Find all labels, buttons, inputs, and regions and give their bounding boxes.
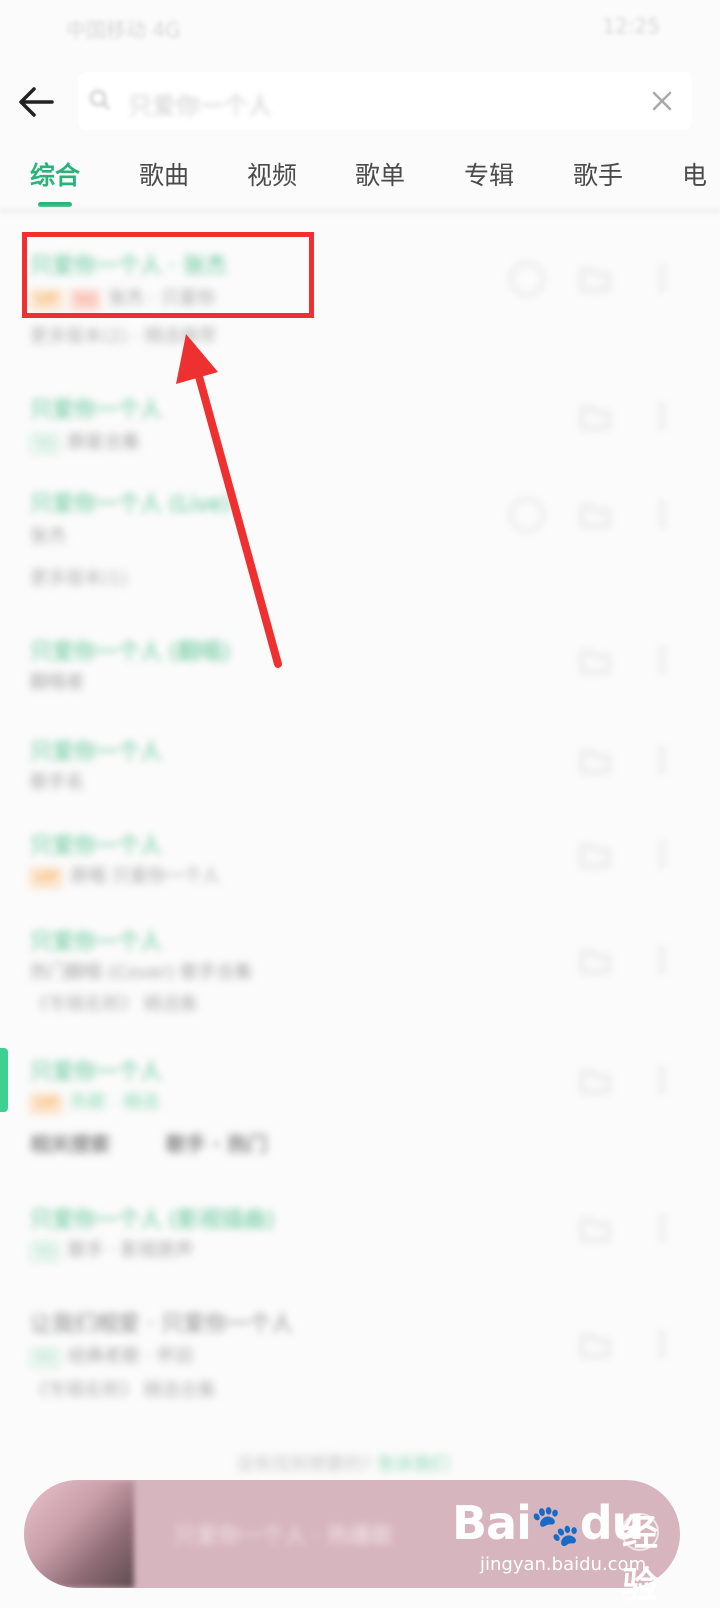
folder-icon[interactable] [580, 1216, 610, 1242]
more-icon[interactable] [658, 746, 666, 774]
folder-icon[interactable] [580, 948, 610, 974]
list-item[interactable]: 只爱你一个人 SQ 群星合集 [0, 378, 720, 458]
song-subtitle: SQ 经典老歌 · 怀旧 [30, 1342, 193, 1368]
more-icon[interactable] [658, 1214, 666, 1242]
now-playing-title: 只爱你一个人 · 热播歌 [174, 1524, 393, 1549]
tab-artists[interactable]: 歌手 [573, 156, 623, 192]
category-tabs: 综合 歌曲 视频 歌单 专辑 歌手 电 [0, 150, 720, 210]
folder-icon[interactable] [580, 404, 610, 430]
tab-comprehensive[interactable]: 综合 [30, 156, 80, 192]
tab-radio[interactable]: 电 [682, 156, 707, 192]
search-input[interactable]: 只爱你一个人 [78, 72, 692, 130]
play-video-button[interactable] [510, 262, 544, 296]
song-subtitle: VIP 原唱 只爱你一个人 [30, 862, 220, 888]
tab-albums[interactable]: 专辑 [464, 156, 514, 192]
list-item[interactable]: 只爱你一个人 (翻唱) 翻唱者 [0, 622, 720, 702]
folder-icon[interactable] [580, 1332, 610, 1358]
song-title: 只爱你一个人 [30, 740, 163, 765]
back-arrow-icon [19, 87, 54, 117]
song-title: 只爱你一个人 (Live) [30, 492, 232, 517]
album-cover[interactable] [24, 1480, 134, 1588]
more-icon[interactable] [658, 264, 666, 292]
more-icon[interactable] [658, 840, 666, 868]
feedback-hint: 没有找到想要的? 告诉我们 [236, 1454, 450, 1475]
more-icon[interactable] [658, 646, 666, 674]
song-title: 只爱你一个人 [30, 398, 163, 423]
list-item[interactable]: 让我们相爱 · 只爱你一个人 SQ 经典老歌 · 怀旧 《专辑名称》 精选合集 [0, 1292, 720, 1412]
tab-videos[interactable]: 视频 [247, 156, 297, 192]
more-icon[interactable] [658, 402, 666, 430]
highlight-box [22, 232, 314, 318]
song-subtitle: VIP 热歌 · 精选 [30, 1088, 159, 1114]
song-title: 让我们相爱 · 只爱你一个人 [30, 1312, 293, 1337]
list-item[interactable]: 只爱你一个人 热门翻唱 (Cover) 歌手合集 《专辑名称》 精选集 [0, 912, 720, 1022]
song-subtitle: SQ 群星合集 [30, 428, 140, 454]
folder-icon[interactable] [580, 748, 610, 774]
folder-icon[interactable] [580, 502, 610, 528]
folder-icon[interactable] [580, 266, 610, 292]
song-title: 只爱你一个人 [30, 1060, 163, 1085]
song-subtitle: 歌手名 [30, 772, 84, 793]
song-subtitle: 张杰 [30, 526, 66, 547]
list-item[interactable]: 只爱你一个人 VIP 原唱 只爱你一个人 [0, 816, 720, 896]
list-item[interactable]: 只爱你一个人 歌手名 [0, 722, 720, 802]
carrier-label: 中国移动 4G [66, 18, 181, 42]
song-extra: 更多版本(1) [30, 568, 128, 589]
folder-icon[interactable] [580, 1068, 610, 1094]
song-extra: 更多版本(2) · 精选推荐 [30, 326, 217, 347]
more-icon[interactable] [658, 1066, 666, 1094]
clear-icon[interactable] [650, 89, 674, 113]
folder-icon[interactable] [580, 842, 610, 868]
search-results: 只爱你一个人 · 张杰 VIP SQ 张杰 · 只爱你 更多版本(2) · 精选推荐… [0, 228, 720, 1468]
feedback-link[interactable]: 告诉我们 [377, 1454, 449, 1475]
tab-songs[interactable]: 歌曲 [139, 156, 189, 192]
more-icon[interactable] [658, 946, 666, 974]
active-tab-indicator [38, 202, 72, 207]
song-extra: 《专辑名称》 精选集 [30, 994, 198, 1015]
watermark-logo: Bai🐾du [452, 1496, 644, 1550]
tab-playlists[interactable]: 歌单 [355, 156, 405, 192]
song-subtitle: 热门翻唱 (Cover) 歌手合集 [30, 962, 253, 983]
search-query-text: 只爱你一个人 [128, 92, 272, 120]
list-item[interactable]: 只爱你一个人 (影视插曲) SQ 歌手 · 影视原声 [0, 1188, 720, 1268]
song-extra: 《专辑名称》 精选合集 [30, 1380, 216, 1401]
song-title: 只爱你一个人 (影视插曲) [30, 1208, 275, 1233]
list-item[interactable]: 只爱你一个人 (Live) 张杰 更多版本(1) [0, 472, 720, 592]
scroll-indicator [0, 1048, 8, 1112]
folder-icon[interactable] [580, 648, 610, 674]
song-title: 只爱你一个人 [30, 930, 163, 955]
tabs-divider [0, 208, 720, 214]
back-button[interactable] [14, 80, 58, 124]
clock-label: 12:25 [602, 14, 660, 38]
baidu-watermark: Bai🐾du 经验 jingyan.baidu.com [452, 1496, 692, 1606]
watermark-url: jingyan.baidu.com [480, 1554, 647, 1575]
song-title: 只爱你一个人 [30, 834, 163, 859]
more-icon[interactable] [658, 500, 666, 528]
more-icon[interactable] [658, 1330, 666, 1358]
list-item[interactable]: 只爱你一个人 VIP 热歌 · 精选 [0, 1044, 720, 1124]
song-title: 只爱你一个人 (翻唱) [30, 640, 231, 665]
search-icon [90, 90, 110, 110]
play-video-button[interactable] [510, 498, 544, 532]
section-heading: 相关搜索 歌手 · 热门 [30, 1132, 268, 1156]
status-bar: 中国移动 4G 12:25 [0, 0, 720, 56]
search-header: 只爱你一个人 [0, 70, 720, 134]
song-subtitle: 翻唱者 [30, 672, 84, 693]
song-subtitle: SQ 歌手 · 影视原声 [30, 1236, 193, 1262]
